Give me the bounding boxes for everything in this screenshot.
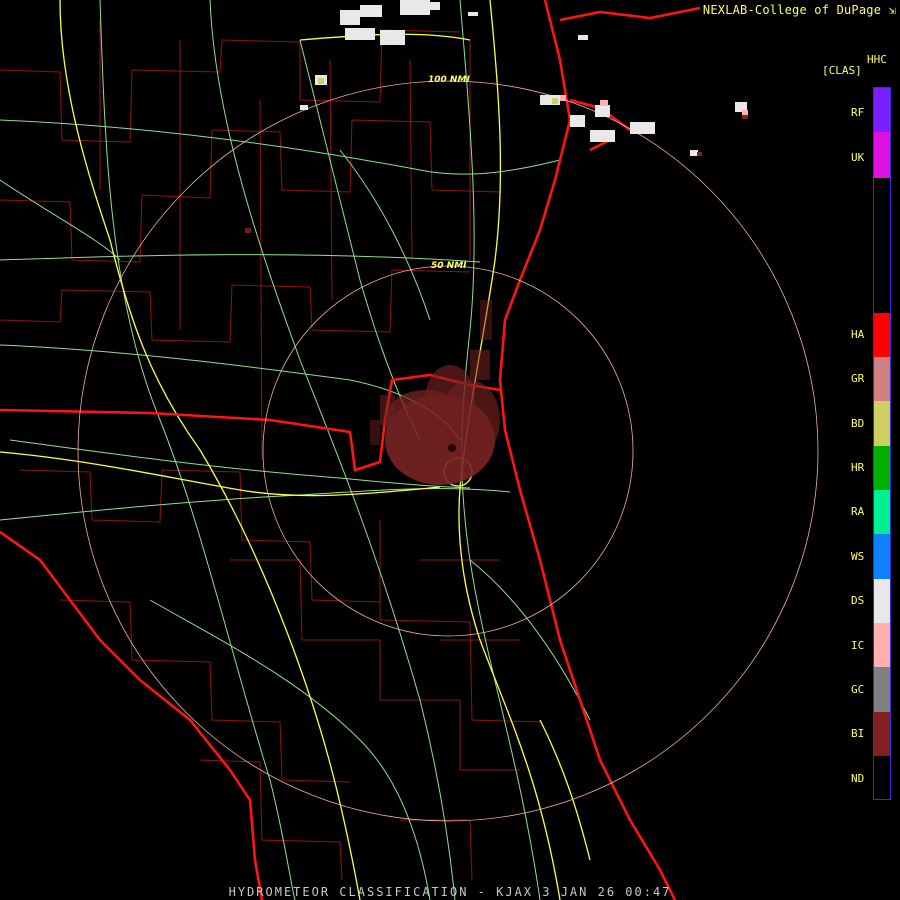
legend-swatch-bi [874, 712, 890, 756]
legend-label-uk: UK [851, 151, 865, 164]
radar-echo-biological [697, 115, 748, 156]
legend-swatch-uk [874, 132, 890, 178]
product-caption: HYDROMETEOR CLASSIFICATION - KJAX 3 JAN … [228, 885, 672, 899]
legend-label-ws: WS [851, 550, 865, 563]
legend-swatch-ds [874, 579, 890, 623]
external-link-icon[interactable]: ⇲ [889, 3, 896, 17]
product-class: [CLAS] [822, 64, 862, 77]
legend-label-hr: HR [851, 461, 865, 474]
nexlab-brand: NEXLAB-College of DuPage ⇲ [703, 3, 896, 17]
legend-swatch-ra [874, 490, 890, 534]
secondary-roads [0, 0, 591, 900]
legend-swatch-gr [874, 357, 890, 401]
radar-echo-dry-snow [300, 0, 747, 156]
legend-color-bar [873, 87, 891, 800]
legend-label-ha: HA [851, 328, 865, 341]
legend-label-rf: RF [851, 106, 865, 119]
product-code: HHC [867, 53, 887, 66]
range-ring-50-label: 50 NMI [431, 261, 467, 271]
legend-label-gc: GC [851, 683, 865, 696]
radar-map[interactable]: 50 NMI 100 NMI [0, 0, 900, 900]
legend-swatch-gc [874, 667, 890, 712]
legend-label-nd: ND [851, 772, 865, 785]
radar-site-marker [448, 444, 456, 452]
brand-text: NEXLAB-College of DuPage [702, 3, 882, 17]
legend-swatch-ha [874, 313, 890, 357]
legend-swatch-nd [874, 756, 890, 799]
highways [0, 0, 591, 900]
legend-swatch-bd [874, 401, 890, 446]
legend-label-bd: BD [851, 417, 865, 430]
range-ring-100-label: 100 NMI [428, 75, 470, 85]
legend-label-ra: RA [851, 505, 865, 518]
legend-label-ic: IC [851, 639, 865, 652]
legend-swatch-rf [874, 88, 890, 132]
legend-swatch-hr [874, 446, 890, 490]
legend-label-bi: BI [851, 727, 865, 740]
legend-label-ds: DS [851, 594, 865, 607]
legend-swatch-ic [874, 623, 890, 667]
legend-label-gr: GR [851, 372, 865, 385]
legend-swatch-ws [874, 534, 890, 579]
